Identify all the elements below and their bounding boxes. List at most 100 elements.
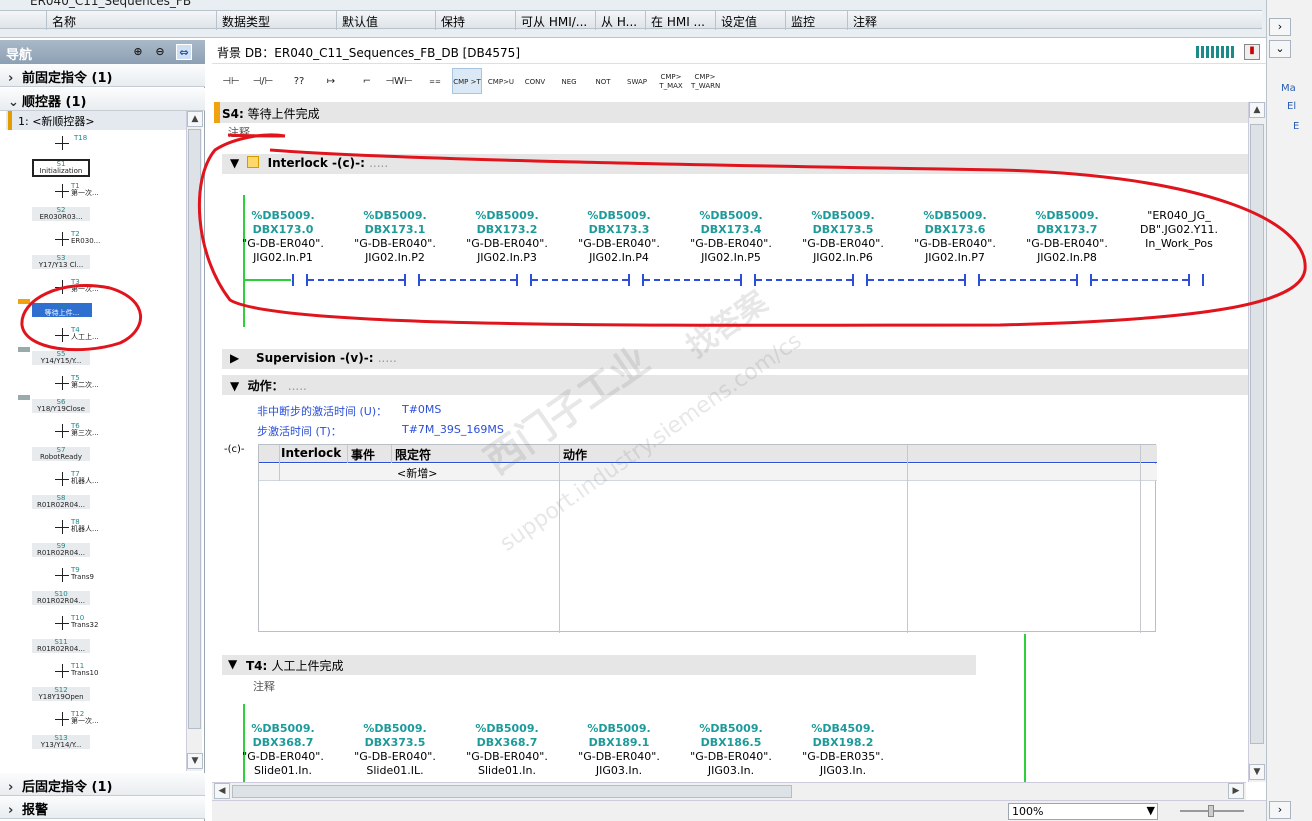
chevron-down-icon[interactable]: ▼ xyxy=(1147,804,1155,817)
toolbar-button-7[interactable]: CMP >T xyxy=(452,68,482,94)
collapse-icon[interactable]: ▼ xyxy=(230,156,239,170)
toolbar-button-0[interactable]: ⊣⊢ xyxy=(216,68,246,94)
step-name[interactable]: 等待上件完成 xyxy=(248,107,320,121)
fit-view-icon[interactable]: ⇔ xyxy=(176,44,192,60)
tree-step-S4[interactable]: S4 等待上件... xyxy=(32,303,92,317)
tree-transition-label: T7 机器人... xyxy=(71,470,99,485)
zoom-slider-handle[interactable] xyxy=(1208,805,1214,817)
action-new-row[interactable]: <新增> xyxy=(259,464,1157,481)
column-header-9[interactable]: 注释 xyxy=(853,13,877,30)
toolbar-button-14[interactable]: CMP> T_WARN xyxy=(690,68,720,94)
toolbar-button-11[interactable]: NOT xyxy=(588,68,618,94)
editor-horizontal-scrollbar[interactable]: ◀ ▶ xyxy=(212,782,1246,800)
toolbar-button-2[interactable]: ?? xyxy=(284,68,314,94)
scroll-right-icon[interactable]: ▶ xyxy=(1228,783,1244,799)
contact-5[interactable]: %DB5009. DBX173.5 "G-DB-ER040". JIG02.In.… xyxy=(788,209,898,265)
transition-comment[interactable]: 注释 xyxy=(253,678,275,694)
tree-step-S11[interactable]: S11 R01R02R04... xyxy=(32,639,90,653)
contact-3[interactable]: %DB5009. DBX189.1 "G-DB-ER040". JIG03.In. xyxy=(564,722,674,778)
contact-5[interactable]: %DB4509. DBX198.2 "G-DB-ER035". JIG03.In. xyxy=(788,722,898,778)
contact-0[interactable]: %DB5009. DBX368.7 "G-DB-ER040". Slide01.I… xyxy=(228,722,338,778)
contact-2[interactable]: %DB5009. DBX368.7 "G-DB-ER040". Slide01.I… xyxy=(452,722,562,778)
collapse-icon[interactable]: ▼ xyxy=(230,379,239,393)
contact-3[interactable]: %DB5009. DBX173.3 "G-DB-ER040". JIG02.In.… xyxy=(564,209,674,265)
collapse-icon[interactable]: ▼ xyxy=(228,657,237,671)
column-header-2[interactable]: 默认值 xyxy=(342,13,378,30)
right-task-rail: › ⌄ Ma El E › xyxy=(1266,0,1312,821)
contact-7[interactable]: %DB5009. DBX173.7 "G-DB-ER040". JIG02.In.… xyxy=(1012,209,1122,265)
tree-step-S1[interactable]: S1 Initialization xyxy=(32,159,90,177)
contact-4[interactable]: %DB5009. DBX173.4 "G-DB-ER040". JIG02.In.… xyxy=(676,209,786,265)
editor-vertical-scrollbar[interactable]: ▲ ▼ xyxy=(1248,102,1266,782)
column-header-3[interactable]: 保持 xyxy=(441,13,465,30)
nav-section-pre-instructions[interactable]: › 前固定指令 (1) xyxy=(0,64,205,87)
column-header-6[interactable]: 在 HMI ... xyxy=(651,13,705,30)
toolbar-button-12[interactable]: SWAP xyxy=(622,68,652,94)
transition-name[interactable]: 人工上件完成 xyxy=(272,659,344,673)
toolbar-button-9[interactable]: CONV xyxy=(520,68,550,94)
tree-step-S6[interactable]: S6 Y18/Y19Close xyxy=(32,399,90,413)
contact-symbol xyxy=(516,274,518,286)
scroll-thumb[interactable] xyxy=(232,785,792,798)
toolbar-button-1[interactable]: ⊣/⊢ xyxy=(248,68,278,94)
column-header-7[interactable]: 设定值 xyxy=(721,13,757,30)
tree-step-S9[interactable]: S9 R01R02R04... xyxy=(32,543,90,557)
contact-1[interactable]: %DB5009. DBX373.5 "G-DB-ER040". Slide01.I… xyxy=(340,722,450,778)
scroll-up-icon[interactable]: ▲ xyxy=(187,111,203,127)
scroll-down-icon[interactable]: ▼ xyxy=(187,753,203,769)
column-header-1[interactable]: 数据类型 xyxy=(222,13,270,30)
supervision-section-header[interactable]: ▶ Supervision -(v)-: ..... xyxy=(222,349,1248,369)
interlock-wire xyxy=(243,279,291,281)
nav-section-sequencer[interactable]: ⌄ 顺控器 (1) xyxy=(0,88,205,111)
contact-2[interactable]: %DB5009. DBX173.2 "G-DB-ER040". JIG02.In.… xyxy=(452,209,562,265)
tree-step-S3[interactable]: S3 Y17/Y13 Cl... xyxy=(32,255,90,269)
action-table[interactable]: Interlock 事件 限定符 动作 <新增> xyxy=(258,444,1157,633)
column-header-4[interactable]: 可从 HMI/... xyxy=(521,13,587,30)
nav-section-alarms[interactable]: › 报警 xyxy=(0,796,205,819)
contact-6[interactable]: %DB5009. DBX173.6 "G-DB-ER040". JIG02.In.… xyxy=(900,209,1010,265)
toolbar-button-5[interactable]: ⊣W⊢ xyxy=(384,68,414,94)
contact-1[interactable]: %DB5009. DBX173.1 "G-DB-ER040". JIG02.In.… xyxy=(340,209,450,265)
toolbar-button-3[interactable]: ↦ xyxy=(316,68,346,94)
column-header-5[interactable]: 从 H... xyxy=(601,13,637,30)
scroll-left-icon[interactable]: ◀ xyxy=(214,783,230,799)
step-comment[interactable]: 注释 xyxy=(228,124,250,140)
tree-step-S5[interactable]: S5 Y14/Y15/Y... xyxy=(32,351,90,365)
tree-step-S13[interactable]: S13 Y13/Y14/Y... xyxy=(32,735,90,749)
rail-dropdown-button[interactable]: ⌄ xyxy=(1269,40,1291,58)
toolbar-button-13[interactable]: CMP> T_MAX xyxy=(656,68,686,94)
toolbar-button-4[interactable]: ⌐ xyxy=(352,68,382,94)
nav-section-post-instructions[interactable]: › 后固定指令 (1) xyxy=(0,773,205,796)
scroll-thumb[interactable] xyxy=(188,129,201,729)
tree-step-S10[interactable]: S10 R01R02R04... xyxy=(32,591,90,605)
column-header-0[interactable]: 名称 xyxy=(52,13,76,30)
sequencer-item[interactable]: 1: <新顺控器> xyxy=(6,111,202,130)
contact-0[interactable]: %DB5009. DBX173.0 "G-DB-ER040". JIG02.In.… xyxy=(228,209,338,265)
tree-step-S12[interactable]: S12 Y18Y19Open xyxy=(32,687,90,701)
toolbar-button-6[interactable]: == xyxy=(420,68,450,94)
zoom-select[interactable]: 100% ▼ xyxy=(1008,803,1158,820)
tree-step-S7[interactable]: S7 RobotReady xyxy=(32,447,90,461)
toolbar-button-8[interactable]: CMP>U xyxy=(486,68,516,94)
tree-transition-label: T4 人工上... xyxy=(71,326,99,341)
rail-bottom-button[interactable]: › xyxy=(1269,801,1291,819)
contact-8[interactable]: "ER040_JG_ DB".JG02.Y11. In_Work_Pos xyxy=(1124,209,1234,251)
rail-expand-button[interactable]: › xyxy=(1269,18,1291,36)
interlock-section-header[interactable]: ▼ Interlock -(c)-: ..... xyxy=(222,154,1248,174)
interface-column-header: 名称 数据类型 默认值 保持 可从 HMI/... 从 H... 在 HMI ... 设定值 监… xyxy=(0,10,1262,30)
zoom-in-icon[interactable]: ⊕ xyxy=(130,44,146,60)
expand-icon[interactable]: ▶ xyxy=(230,351,239,365)
block-icon[interactable]: ▮ xyxy=(1244,44,1260,60)
contact-4[interactable]: %DB5009. DBX186.5 "G-DB-ER040". JIG03.In. xyxy=(676,722,786,778)
zoom-out-icon[interactable]: ⊖ xyxy=(152,44,168,60)
scroll-down-icon[interactable]: ▼ xyxy=(1249,764,1265,780)
nav-scrollbar[interactable]: ▲ ▼ xyxy=(186,111,203,771)
column-header-8[interactable]: 监控 xyxy=(791,13,815,30)
scroll-thumb[interactable] xyxy=(1250,124,1264,744)
tree-step-S8[interactable]: S8 R01R02R04... xyxy=(32,495,90,509)
toolbar-button-10[interactable]: NEG xyxy=(554,68,584,94)
tree-transition-label: T9 Trans9 xyxy=(71,566,94,581)
rail-text-1: Ma xyxy=(1281,83,1296,94)
tree-step-S2[interactable]: S2 ER030R03... xyxy=(32,207,90,221)
scroll-up-icon[interactable]: ▲ xyxy=(1249,102,1265,118)
